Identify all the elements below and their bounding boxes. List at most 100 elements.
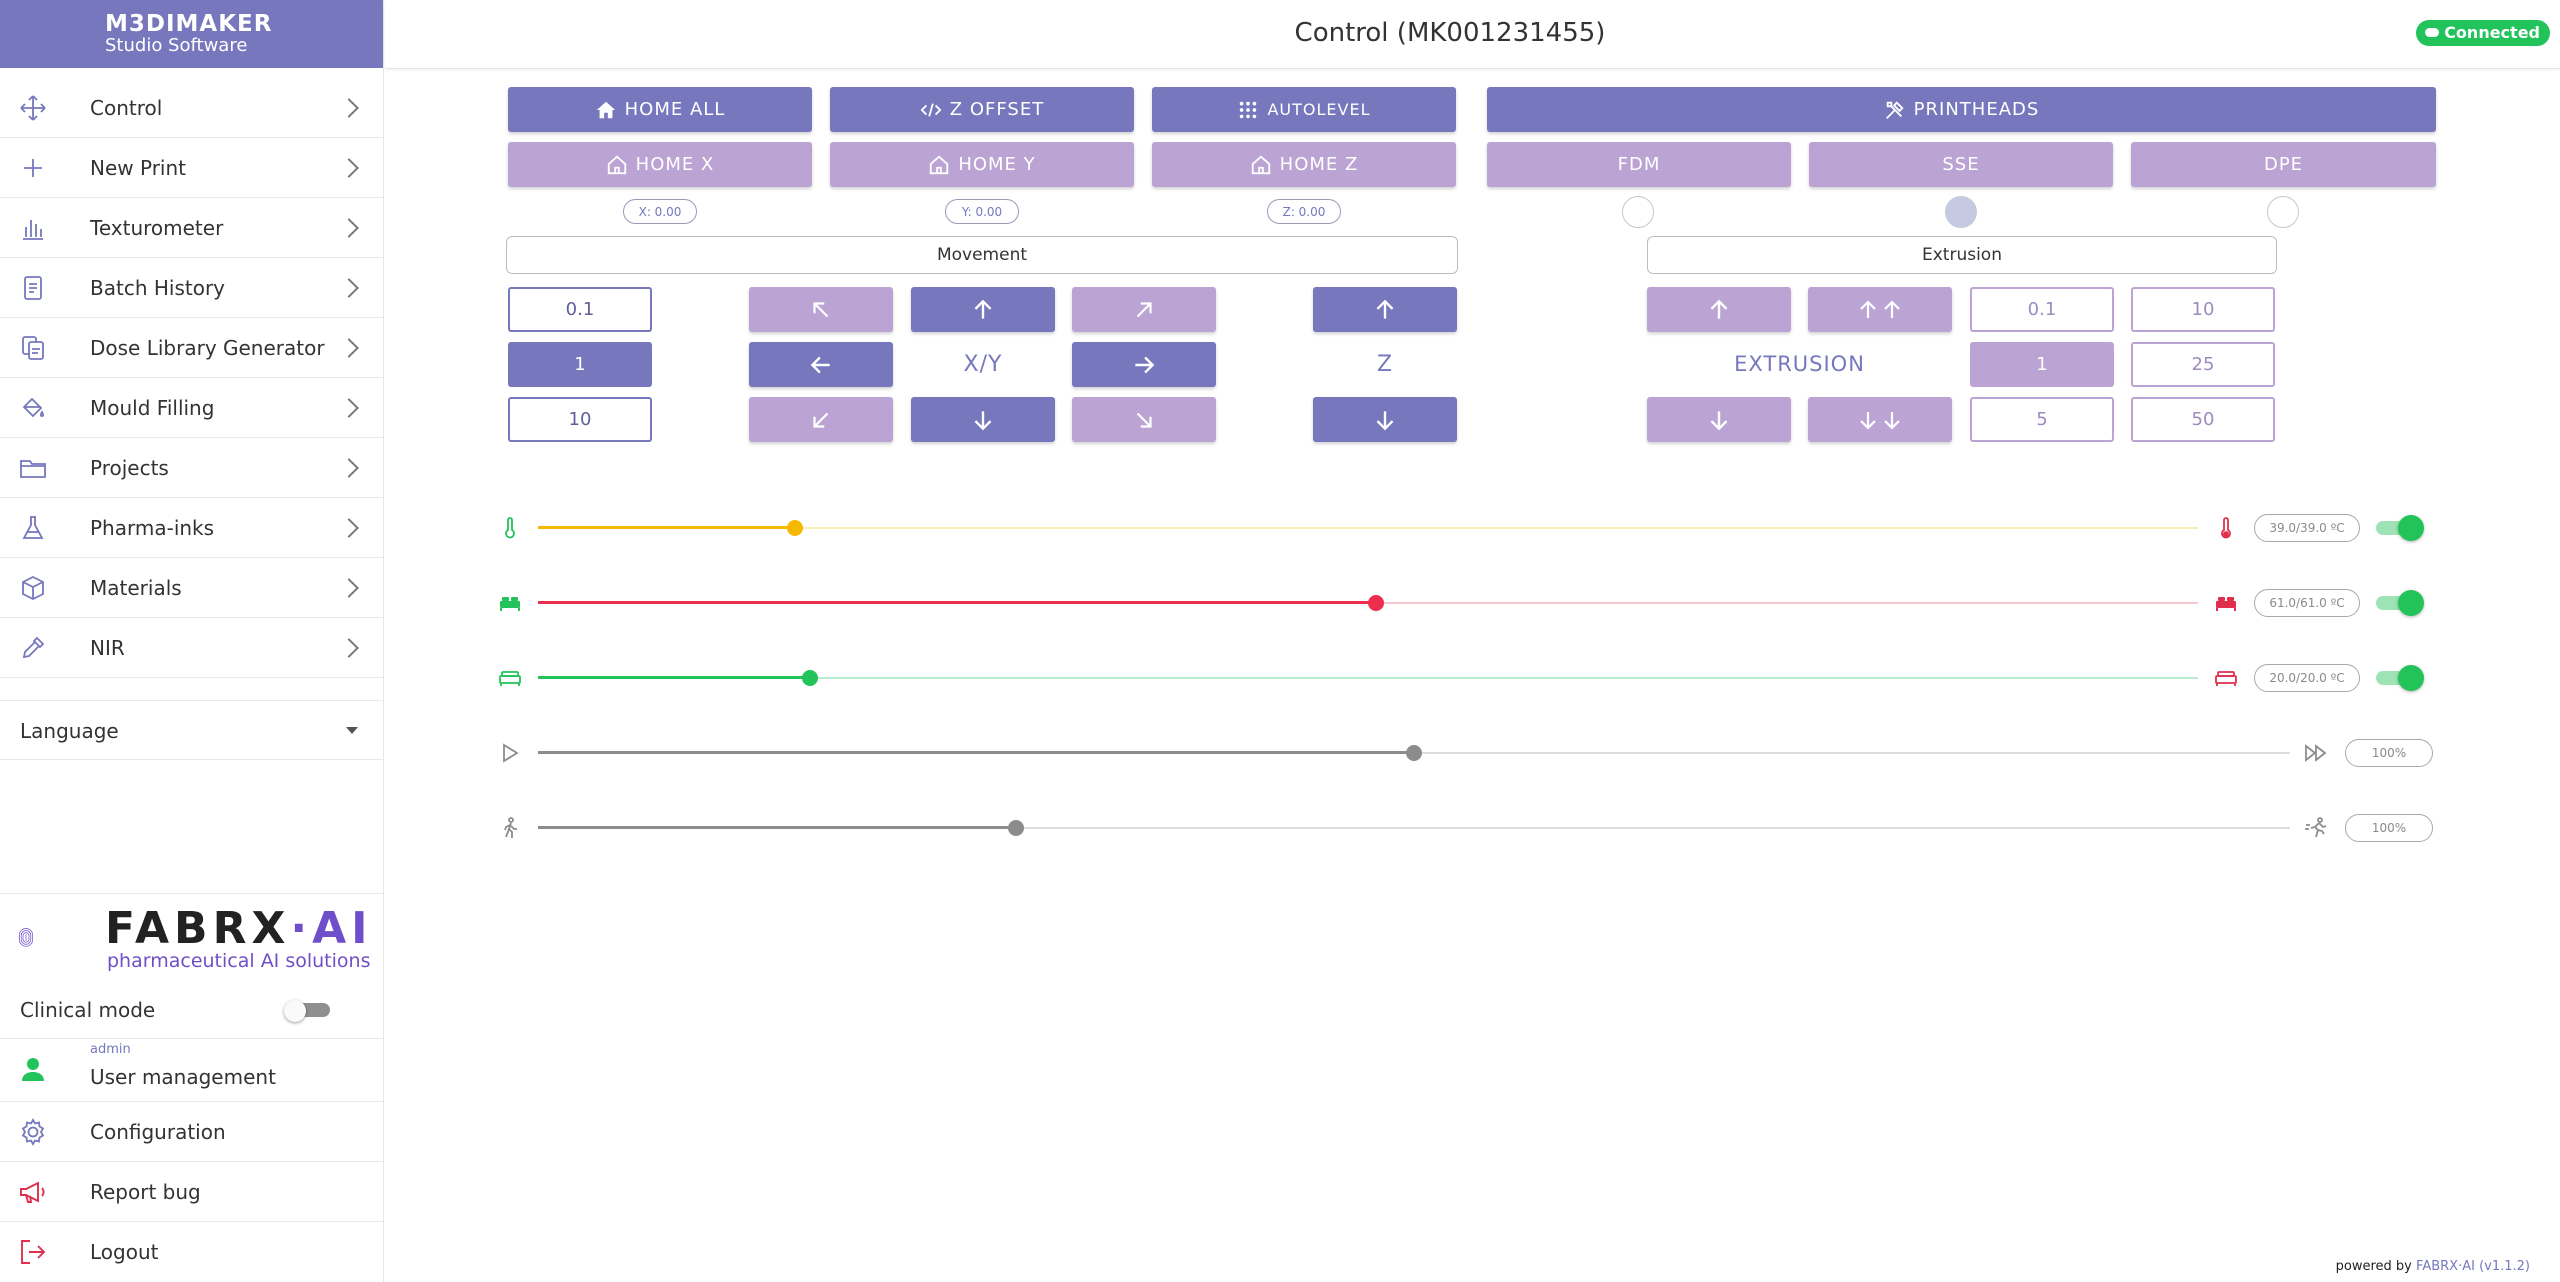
slider-thumb[interactable] [1008,820,1025,836]
sidebar-item-label: Mould Filling [90,395,215,420]
move-down-right-button[interactable] [1072,397,1216,442]
autolevel-button[interactable]: AUTOLEVEL [1152,87,1456,132]
home-x-button[interactable]: HOME X [508,142,812,187]
paint-bucket-icon [18,393,48,423]
home-outline-icon [930,155,949,174]
sidebar-item-user-management[interactable]: User management [0,1038,384,1098]
sidebar-item-projects[interactable]: Projects [0,438,384,498]
sidebar-item-mould-filling[interactable]: Mould Filling [0,378,384,438]
chevron-right-icon [339,397,359,418]
arrow-down-right-icon [1136,412,1152,428]
printhead-fdm-button[interactable]: FDM [1487,142,1791,187]
extrusion-step-25[interactable]: 25 [2131,342,2275,387]
extrusion-section-label: Extrusion [1647,236,2277,274]
bar-chart-icon [18,213,48,243]
sidebar-item-label: Projects [90,455,169,480]
sidebar-item-configuration[interactable]: Configuration [0,1101,384,1161]
printhead-sse-radio[interactable] [1945,196,1977,228]
extrude-up-fast-button[interactable] [1808,287,1952,332]
folder-icon [18,453,48,483]
sidebar-item-control[interactable]: Control [0,78,384,138]
sidebar-item-label: NIR [90,635,125,660]
movement-section-label: Movement [506,236,1458,274]
printhead-sse-button[interactable]: SSE [1809,142,2113,187]
move-right-button[interactable] [1072,342,1216,387]
arrow-up-right-icon [1136,301,1152,317]
flask-icon [18,513,48,543]
play-icon [503,743,519,763]
toggle-knob [2398,665,2424,691]
move-up-right-button[interactable] [1072,287,1216,332]
printhead-dpe-radio[interactable] [2267,196,2299,228]
sidebar-item-report-bug[interactable]: Report bug [0,1161,384,1221]
bed-heater-toggle[interactable] [2376,590,2424,616]
nozzle-temperature-slider[interactable] [538,513,2198,543]
arrow-down-icon [974,410,992,430]
printhead-dpe-button[interactable]: DPE [2131,142,2436,187]
report-bug-label: Report bug [90,1180,201,1204]
sidebar-item-texturometer[interactable]: Texturometer [0,198,384,258]
move-up-left-button[interactable] [749,287,893,332]
pipette-icon [18,633,48,663]
home-y-button[interactable]: HOME Y [830,142,1134,187]
slider-thumb[interactable] [787,520,804,536]
printheads-label: PRINTHEADS [1913,99,2040,120]
user-management-label: User management [90,1065,276,1089]
move-arrows-icon [18,93,48,123]
bed-temperature-slider[interactable] [538,588,2198,618]
sidebar-item-logout[interactable]: Logout [0,1221,384,1281]
sidebar-item-label: Batch History [90,275,225,300]
extrusion-step-5[interactable]: 5 [1970,397,2114,442]
printheads-button[interactable]: PRINTHEADS [1487,87,2436,132]
z-offset-button[interactable]: Z OFFSET [830,87,1134,132]
sidebar-item-dose-library[interactable]: Dose Library Generator [0,318,384,378]
home-z-button[interactable]: HOME Z [1152,142,1456,187]
nozzle-temperature-value: 39.0/39.0 ºC [2254,514,2360,542]
app-version: (v1.1.2) [2479,1259,2530,1274]
language-select[interactable]: Language [0,700,384,760]
toggle-knob [2398,590,2424,616]
z-up-button[interactable] [1313,287,1457,332]
chamber-heater-toggle[interactable] [2376,665,2424,691]
printhead-fdm-radio[interactable] [1622,196,1654,228]
home-x-label: HOME X [635,154,715,175]
user-role: admin [90,1042,131,1057]
sidebar-item-pharma-inks[interactable]: Pharma-inks [0,498,384,558]
gear-icon [18,1117,48,1147]
sidebar-item-new-print[interactable]: New Print [0,138,384,198]
extrude-up-button[interactable] [1647,287,1791,332]
wordmark-sep: · [290,903,313,954]
movement-step-10[interactable]: 10 [508,397,652,442]
movement-step-0-1[interactable]: 0.1 [508,287,652,332]
extrude-down-fast-button[interactable] [1808,397,1952,442]
sidebar-item-materials[interactable]: Materials [0,558,384,618]
extrusion-step-1[interactable]: 1 [1970,342,2114,387]
sidebar-item-nir[interactable]: NIR [0,618,384,678]
sidebar-item-label: Control [90,95,163,120]
move-up-button[interactable] [911,287,1055,332]
extrusion-step-50[interactable]: 50 [2131,397,2275,442]
connection-status-badge: Connected [2416,20,2550,46]
move-down-left-button[interactable] [749,397,893,442]
fabrx-link[interactable]: FABRX·AI [2416,1259,2475,1274]
sidebar-item-batch-history[interactable]: Batch History [0,258,384,318]
slider-thumb[interactable] [1406,745,1422,761]
z-down-button[interactable] [1313,397,1457,442]
home-all-button[interactable]: HOME ALL [508,87,812,132]
fabrx-tagline: pharmaceutical AI solutions [107,950,371,972]
nozzle-heater-toggle[interactable] [2376,515,2424,541]
clinical-mode-toggle[interactable] [284,1000,330,1022]
slider-thumb[interactable] [1368,595,1385,611]
chamber-temperature-slider[interactable] [538,663,2198,693]
extrude-down-button[interactable] [1647,397,1791,442]
extrusion-step-0-1[interactable]: 0.1 [1970,287,2114,332]
print-speed-slider[interactable] [538,738,2290,768]
slider-thumb[interactable] [802,670,819,686]
brand-subtitle: Studio Software [105,35,248,56]
movement-step-1[interactable]: 1 [508,342,652,387]
move-down-button[interactable] [911,397,1055,442]
sse-label: SSE [1942,154,1980,175]
flow-rate-slider[interactable] [538,813,2290,843]
move-left-button[interactable] [749,342,893,387]
extrusion-step-10[interactable]: 10 [2131,287,2275,332]
